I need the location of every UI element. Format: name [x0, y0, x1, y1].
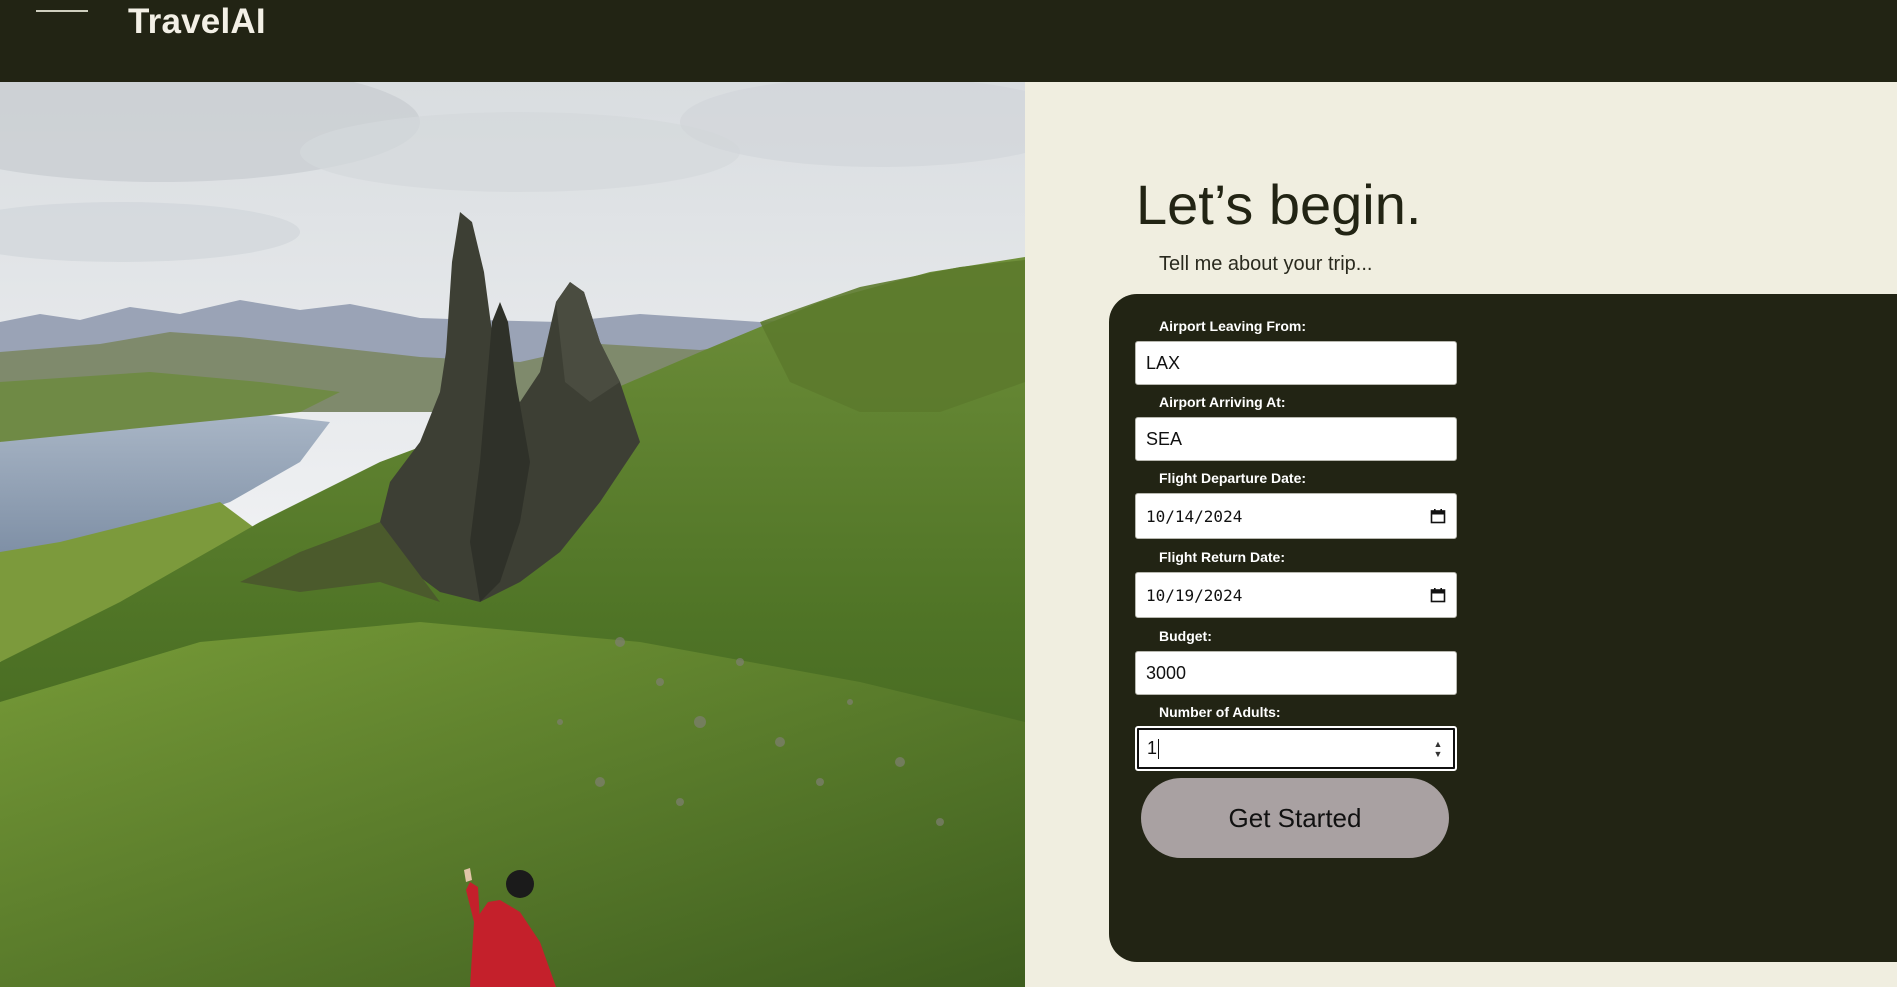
arriving-airport-input[interactable]: SEA [1135, 417, 1457, 461]
text-caret [1158, 739, 1160, 760]
return-date-input[interactable]: 10/19/2024 [1135, 572, 1457, 618]
page-subheading: Tell me about your trip... [1159, 253, 1373, 275]
leaving-airport-value: LAX [1146, 352, 1181, 373]
arriving-airport-value: SEA [1146, 428, 1183, 449]
budget-label: Budget: [1159, 628, 1212, 644]
page-heading: Let’s begin. [1136, 173, 1422, 236]
budget-input[interactable]: 3000 [1135, 651, 1457, 695]
budget-value: 3000 [1146, 662, 1187, 683]
departure-date-value: 10/14/2024 [1146, 506, 1243, 526]
return-date-value: 10/19/2024 [1146, 585, 1243, 605]
departure-date-label: Flight Departure Date: [1159, 470, 1307, 486]
leaving-airport-label: Airport Leaving From: [1159, 318, 1307, 334]
adults-value: 1 [1147, 737, 1158, 758]
brand-logo-text[interactable]: TravelAI [128, 2, 266, 42]
adults-label: Number of Adults: [1159, 704, 1281, 720]
top-navbar: TravelAI [0, 0, 1897, 82]
menu-icon[interactable] [36, 10, 88, 12]
calendar-icon[interactable] [1430, 587, 1446, 603]
calendar-icon[interactable] [1430, 508, 1446, 524]
get-started-button[interactable]: Get Started [1141, 778, 1449, 858]
return-date-label: Flight Return Date: [1159, 549, 1285, 565]
arriving-airport-label: Airport Arriving At: [1159, 394, 1286, 410]
hero-landscape-image [0, 82, 1025, 987]
spinner-icon[interactable]: ▲ ▼ [1431, 736, 1445, 762]
departure-date-input[interactable]: 10/14/2024 [1135, 493, 1457, 539]
adults-input[interactable]: 1 ▲ ▼ [1135, 726, 1457, 771]
leaving-airport-input[interactable]: LAX [1135, 341, 1457, 385]
